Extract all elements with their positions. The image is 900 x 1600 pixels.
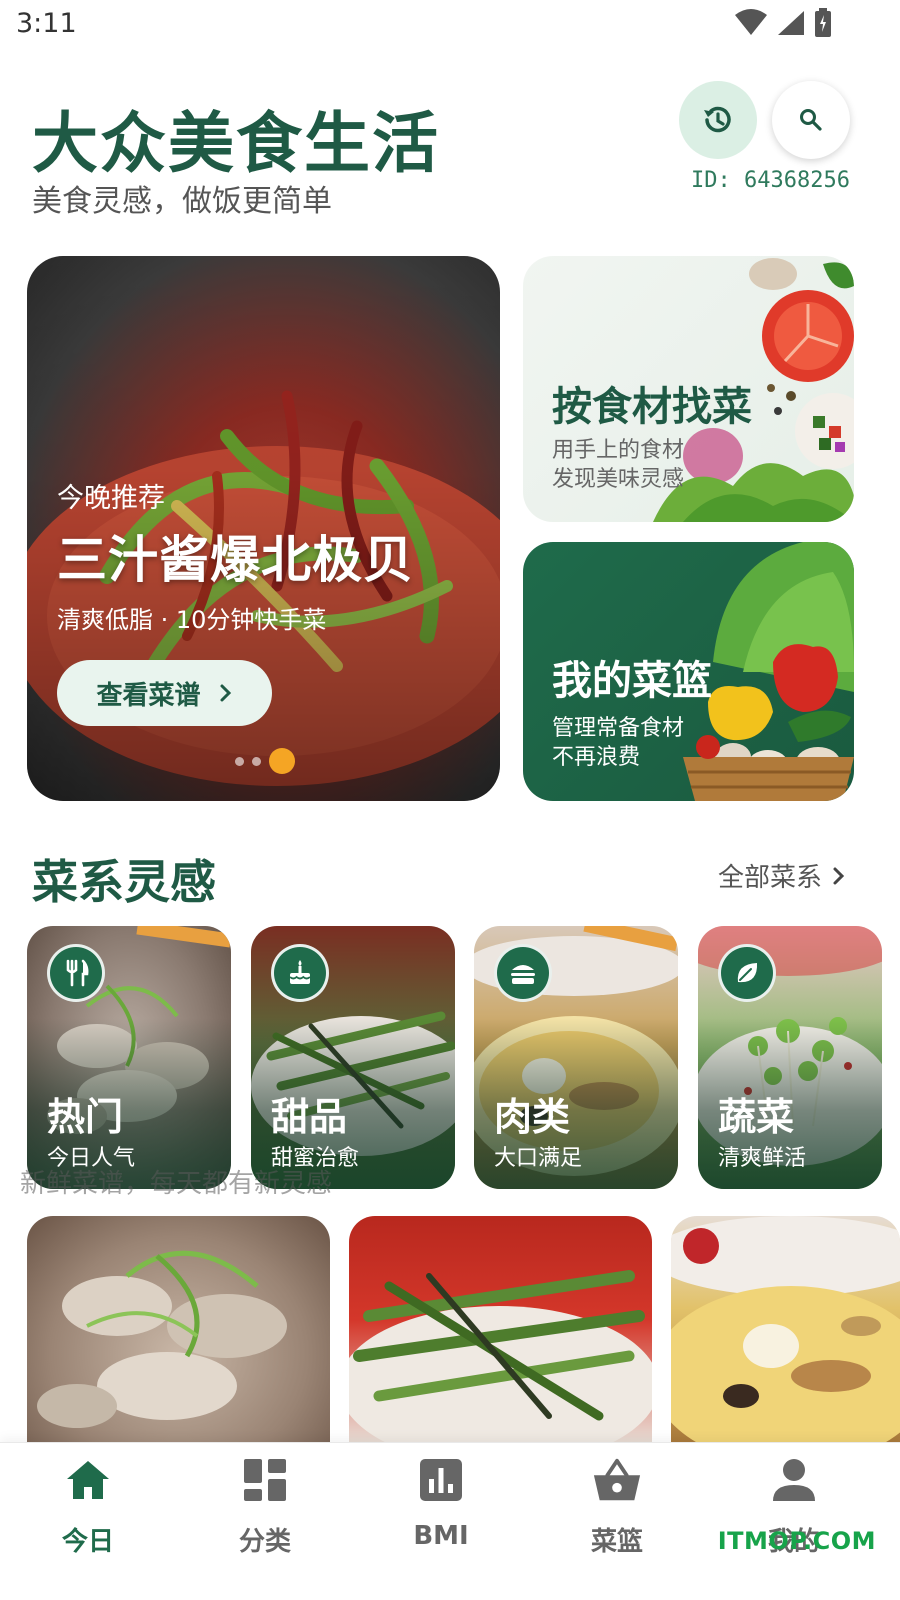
nav-icon-wrap: [416, 1455, 466, 1505]
view-recipe-button[interactable]: 查看菜谱: [57, 660, 272, 726]
nav-label: 分类: [238, 1527, 291, 1557]
history-icon: [704, 106, 731, 133]
tagline: 新鲜菜谱，每天都有新灵感: [20, 1169, 333, 1199]
my-basket-card[interactable]: 我的菜篮 管理常备食材 不再浪费: [523, 542, 854, 801]
wifi-icon: [735, 9, 767, 35]
hero-kicker: 今晚推荐: [57, 483, 165, 514]
battery-icon: [815, 8, 831, 37]
cake-icon: [289, 960, 311, 984]
cuisine-card-vegetable[interactable]: 蔬菜 清爽鲜活: [698, 926, 882, 1189]
carousel-dot[interactable]: [252, 756, 261, 766]
status-icons: [734, 8, 832, 38]
subtitle-line: 发现美味灵感: [552, 467, 685, 492]
cuisine-card-dessert[interactable]: 甜品 甜蜜治愈: [251, 926, 455, 1189]
chevron-right-icon: [833, 867, 845, 884]
burger-icon: [511, 965, 535, 984]
my-basket-title: 我的菜篮: [552, 658, 712, 704]
cuisine-name: 热门: [47, 1095, 124, 1139]
my-basket-subtitle: 管理常备食材 不再浪费: [552, 714, 722, 772]
hero-title: 三汁酱爆北极贝: [57, 531, 414, 589]
subtitle-line: 用手上的食材: [552, 438, 685, 463]
nav-bmi[interactable]: BMI: [376, 1443, 506, 1600]
status-bar: 3:11: [0, 0, 900, 50]
app-subtitle: 美食灵感，做饭更简单: [32, 184, 332, 219]
nav-icon-wrap: [240, 1455, 290, 1505]
leaf-icon: [737, 963, 758, 983]
recipe-image: [349, 1270, 652, 1446]
search-button[interactable]: [772, 81, 850, 159]
subtitle-line: 不再浪费: [552, 745, 641, 770]
nav-label: BMI: [413, 1521, 469, 1551]
cuisine-card-meat[interactable]: 肉类 大口满足: [474, 926, 678, 1189]
view-recipe-label: 查看菜谱: [96, 680, 201, 711]
cuisine-card-hot[interactable]: 热门 今日人气: [27, 926, 231, 1189]
user-icon: [773, 1459, 815, 1501]
nav-today[interactable]: 今日: [23, 1443, 153, 1600]
app-title: 大众美食生活: [32, 105, 440, 182]
utensils-icon: [66, 959, 89, 987]
recipe-image: [671, 1216, 900, 1446]
find-by-ingredient-subtitle: 用手上的食材 发现美味灵感: [552, 436, 722, 494]
cuisine-name: 蔬菜: [718, 1095, 795, 1139]
cuisine-badge: [47, 944, 105, 1002]
nav-category[interactable]: 分类: [200, 1443, 330, 1600]
recipe-card[interactable]: [671, 1216, 900, 1446]
nav-label: 菜篮: [590, 1527, 643, 1557]
nav-icon-wrap: [63, 1455, 113, 1505]
watermark: ITMOP.COM: [717, 1527, 876, 1555]
find-by-ingredient-card[interactable]: 按食材找菜 用手上的食材 发现美味灵感: [523, 256, 854, 522]
cuisine-subtitle: 清爽鲜活: [718, 1146, 807, 1171]
nav-icon-wrap: [769, 1455, 819, 1505]
carousel-dot-active[interactable]: [269, 748, 295, 774]
find-by-ingredient-title: 按食材找菜: [552, 384, 752, 430]
user-id: ID: 64368256: [691, 168, 850, 193]
recipe-card[interactable]: [27, 1216, 330, 1446]
cuisine-name: 甜品: [271, 1095, 348, 1139]
status-time: 3:11: [16, 8, 77, 39]
cuisine-name: 肉类: [494, 1095, 571, 1139]
grid-icon: [244, 1459, 286, 1501]
nav-basket[interactable]: 菜篮: [552, 1443, 682, 1600]
subtitle-line: 管理常备食材: [552, 716, 685, 741]
nav-icon-wrap: [592, 1455, 642, 1505]
history-button[interactable]: [679, 81, 757, 159]
hero-description: 清爽低脂 · 10分钟快手菜: [57, 606, 327, 634]
all-cuisines-label: 全部菜系: [717, 863, 822, 893]
chart-icon: [420, 1459, 462, 1501]
nav-mine[interactable]: 我的: [729, 1443, 859, 1600]
home-icon: [67, 1461, 109, 1499]
carousel-dot[interactable]: [235, 756, 244, 766]
cuisine-badge: [494, 944, 552, 1002]
all-cuisines-link[interactable]: 全部菜系: [718, 857, 846, 894]
signal-icon: [778, 11, 804, 35]
bottom-navigation: 今日 分类 BMI 菜篮 我的: [0, 1442, 900, 1600]
recipe-image: [37, 1250, 287, 1428]
section-title: 菜系灵感: [32, 855, 216, 909]
hero-recipe-card[interactable]: 今晚推荐 三汁酱爆北极贝 清爽低脂 · 10分钟快手菜 查看菜谱: [27, 256, 500, 801]
cuisine-subtitle: 大口满足: [494, 1146, 583, 1171]
carousel-indicator: [235, 748, 295, 774]
nav-label: 今日: [61, 1527, 114, 1557]
search-icon: [800, 109, 822, 131]
cuisine-badge: [271, 944, 329, 1002]
cuisine-badge: [718, 944, 776, 1002]
chevron-right-icon: [220, 684, 231, 702]
recipe-card[interactable]: [349, 1216, 652, 1446]
basket-icon: [593, 1458, 641, 1501]
